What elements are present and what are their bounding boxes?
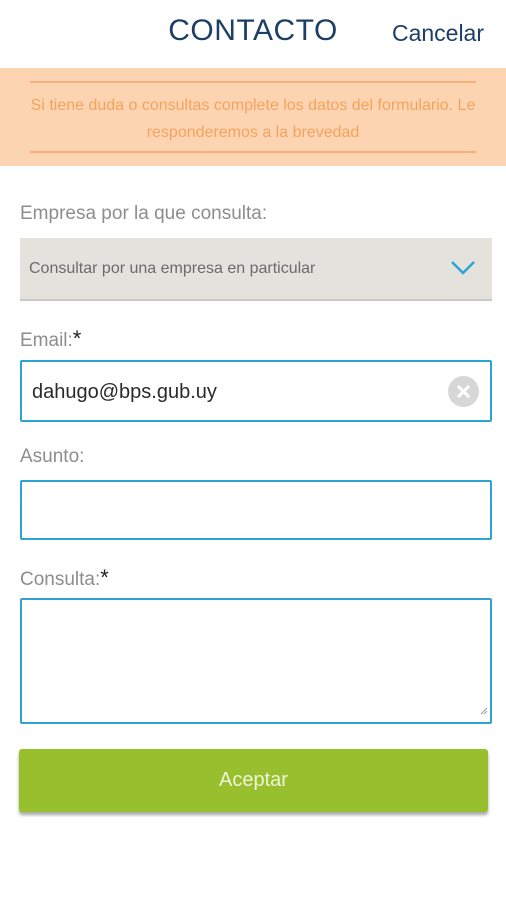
empresa-selected-value: Consultar por una empresa en particular xyxy=(29,260,316,277)
consulta-label-text: Consulta: xyxy=(20,569,101,590)
resize-grip-icon[interactable] xyxy=(480,702,488,720)
notice-divider-top xyxy=(30,81,476,83)
email-label-text: Email: xyxy=(20,330,73,351)
email-required-mark: * xyxy=(72,326,82,351)
asunto-field[interactable] xyxy=(20,480,492,540)
consulta-label: Consulta:* xyxy=(20,565,109,591)
empresa-select[interactable]: Consultar por una empresa en particular xyxy=(20,238,492,301)
consulta-required-mark: * xyxy=(100,565,109,590)
clear-icon[interactable] xyxy=(448,376,479,407)
header-bar: CONTACTO Cancelar xyxy=(0,0,506,68)
info-notice: Si tiene duda o consultas complete los d… xyxy=(0,68,506,166)
empresa-label: Empresa por la que consulta: xyxy=(20,203,268,224)
email-value: dahugo@bps.gub.uy xyxy=(32,381,217,403)
notice-divider-bottom xyxy=(30,151,476,153)
chevron-down-icon xyxy=(450,260,476,281)
aceptar-button[interactable]: Aceptar xyxy=(19,749,488,812)
consulta-textarea[interactable] xyxy=(20,598,492,724)
email-label: Email:* xyxy=(20,326,81,352)
asunto-label: Asunto: xyxy=(20,446,85,467)
notice-text: Si tiene duda o consultas complete los d… xyxy=(30,97,476,141)
email-field[interactable]: dahugo@bps.gub.uy xyxy=(20,360,492,422)
cancel-button[interactable]: Cancelar xyxy=(392,20,484,47)
